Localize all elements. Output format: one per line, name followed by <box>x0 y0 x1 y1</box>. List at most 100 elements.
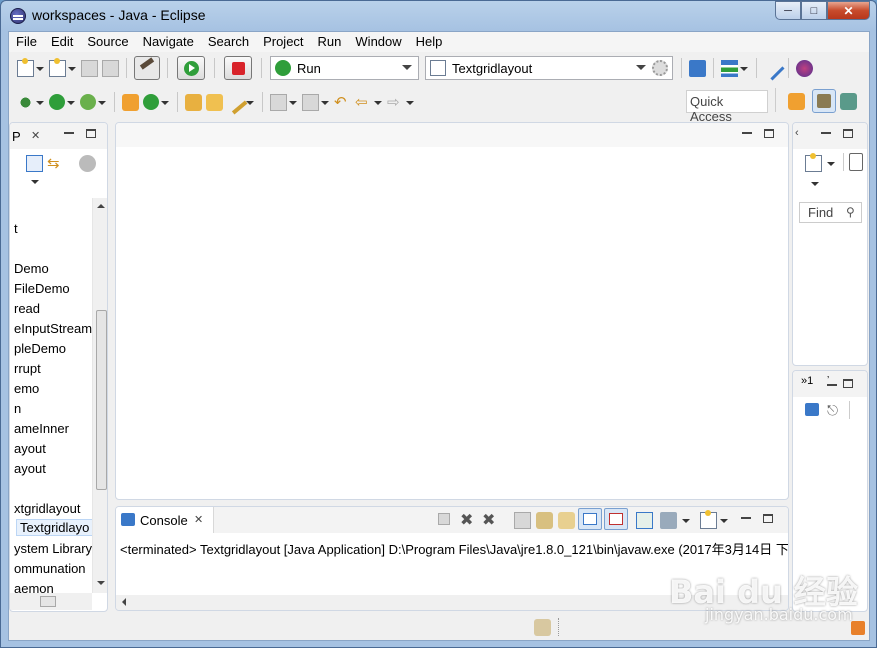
minimize-button[interactable]: ─ <box>775 1 801 20</box>
new-dropdown-icon[interactable] <box>36 60 44 77</box>
back-arrow-icon[interactable]: ⇦ <box>355 94 372 111</box>
remove-all-launches-icon[interactable]: ✖ <box>482 510 495 530</box>
display-console-dropdown-icon[interactable] <box>682 512 690 529</box>
quick-access-input[interactable]: Quick Access <box>686 90 768 124</box>
tree-item[interactable]: FileDemo <box>14 281 70 296</box>
scroll-up-icon[interactable] <box>97 204 105 208</box>
debug-dropdown-icon[interactable] <box>36 94 44 111</box>
new-project-dropdown-icon[interactable] <box>68 60 76 77</box>
minimize-view-icon[interactable] <box>64 132 74 134</box>
open-console-dropdown-icon[interactable] <box>720 512 728 529</box>
filters-icon[interactable] <box>79 155 96 172</box>
run-icon[interactable] <box>49 94 65 110</box>
last-edit-location-icon[interactable]: ↶ <box>334 94 351 111</box>
scroll-lock-icon[interactable] <box>536 512 553 529</box>
previous-annotation-dropdown-icon[interactable] <box>321 94 329 111</box>
coverage-icon[interactable] <box>80 94 96 110</box>
menu-help[interactable]: Help <box>409 32 450 52</box>
search-wand-icon[interactable] <box>223 90 248 114</box>
hierarchy-icon[interactable]: ⎋ <box>827 403 844 420</box>
launch-config-select[interactable]: Textgridlayout <box>425 56 673 80</box>
console-tab[interactable]: Console ✕ <box>116 507 214 533</box>
debug-bug-icon[interactable] <box>17 93 34 111</box>
terminate-icon[interactable] <box>438 513 450 525</box>
explorer-vertical-scrollbar[interactable] <box>92 198 107 593</box>
menu-edit[interactable]: Edit <box>44 32 80 52</box>
run-button[interactable] <box>177 56 205 80</box>
collapse-all-icon[interactable] <box>26 155 43 172</box>
hscroll-thumb[interactable] <box>40 596 56 607</box>
tree-item[interactable]: ayout <box>14 461 46 476</box>
save-icon[interactable] <box>81 59 98 77</box>
new-java-package-icon[interactable] <box>122 93 139 111</box>
tree-item[interactable]: xtgridlayout <box>14 501 80 516</box>
marketplace-icon[interactable] <box>796 59 813 77</box>
notifications-icon[interactable] <box>851 621 865 635</box>
tree-item[interactable]: ayout <box>14 441 46 456</box>
focus-icon[interactable] <box>849 153 863 171</box>
maximize-stack-icon[interactable] <box>843 379 853 388</box>
save-all-icon[interactable] <box>102 59 119 77</box>
search-dropdown-icon[interactable] <box>246 94 254 111</box>
tree-item[interactable]: ystem Library <box>14 541 92 556</box>
new-task-dropdown-icon[interactable] <box>827 155 835 172</box>
open-perspective-icon[interactable] <box>788 93 805 110</box>
menu-run[interactable]: Run <box>311 32 349 52</box>
tree-item-selected[interactable]: Textgridlayo <box>16 519 94 536</box>
next-annotation-dropdown-icon[interactable] <box>289 94 297 111</box>
scroll-down-icon[interactable] <box>97 581 105 585</box>
menu-project[interactable]: Project <box>256 32 310 52</box>
link-with-editor-icon[interactable]: ⇆ <box>47 155 64 172</box>
new-icon[interactable] <box>17 57 34 77</box>
tree-item[interactable]: n <box>14 401 21 416</box>
progress-icon[interactable] <box>534 619 551 636</box>
pin-icon[interactable] <box>760 55 785 81</box>
coverage-dropdown-icon[interactable] <box>98 94 106 111</box>
close-console-tab-icon[interactable]: ✕ <box>194 513 203 526</box>
outline-tab-fragment[interactable]: ‹ <box>795 127 799 139</box>
tree-item[interactable]: eInputStream <box>14 321 92 336</box>
tree-item[interactable]: t <box>14 221 18 236</box>
maximize-view-icon[interactable] <box>86 129 96 138</box>
display-console-icon[interactable] <box>660 512 677 529</box>
tree-item[interactable]: read <box>14 301 40 316</box>
console-view-icon[interactable] <box>805 403 819 416</box>
editor-area[interactable] <box>115 122 789 500</box>
maximize-outline-icon[interactable] <box>843 129 853 138</box>
new-class-dropdown-icon[interactable] <box>161 94 169 111</box>
minimize-console-icon[interactable] <box>741 517 751 519</box>
package-explorer-tab[interactable]: P <box>12 129 21 144</box>
next-annotation-icon[interactable] <box>270 93 287 111</box>
new-project-icon[interactable] <box>49 57 66 77</box>
scroll-left-icon[interactable] <box>122 598 126 606</box>
explorer-horizontal-scrollbar[interactable] <box>10 593 92 610</box>
more-views-indicator[interactable]: »1 <box>801 375 813 387</box>
close-tab-icon[interactable]: ✕ <box>31 129 40 142</box>
new-task-icon[interactable] <box>805 153 822 172</box>
task-list-icon[interactable] <box>721 59 738 77</box>
view-menu-icon[interactable] <box>31 173 39 190</box>
word-wrap-icon[interactable] <box>558 512 575 529</box>
back-dropdown-icon[interactable] <box>374 94 382 111</box>
previous-annotation-icon[interactable] <box>302 93 319 111</box>
tree-item[interactable]: Demo <box>14 261 49 276</box>
tree-item[interactable]: pleDemo <box>14 341 66 356</box>
menu-search[interactable]: Search <box>201 32 256 52</box>
launch-mode-select[interactable]: Run <box>270 56 419 80</box>
java-perspective-button[interactable] <box>812 89 836 113</box>
stop-button[interactable] <box>224 56 252 80</box>
maximize-editor-icon[interactable] <box>764 129 774 138</box>
scroll-thumb[interactable] <box>96 310 107 490</box>
tree-item[interactable]: emo <box>14 381 39 396</box>
open-console-icon[interactable] <box>700 510 717 529</box>
task-dropdown-icon[interactable] <box>740 60 748 77</box>
tree-item[interactable]: rrupt <box>14 361 41 376</box>
minimize-editor-icon[interactable] <box>742 132 752 134</box>
forward-dropdown-icon[interactable] <box>406 94 414 111</box>
remove-launch-icon[interactable]: ✖ <box>460 510 473 530</box>
tree-item[interactable]: ameInner <box>14 421 69 436</box>
clear-console-icon[interactable] <box>514 512 531 529</box>
find-input[interactable]: Find ⚲ <box>799 202 862 223</box>
show-on-stdout-toggle[interactable] <box>578 508 602 530</box>
open-type-icon[interactable] <box>185 93 202 111</box>
